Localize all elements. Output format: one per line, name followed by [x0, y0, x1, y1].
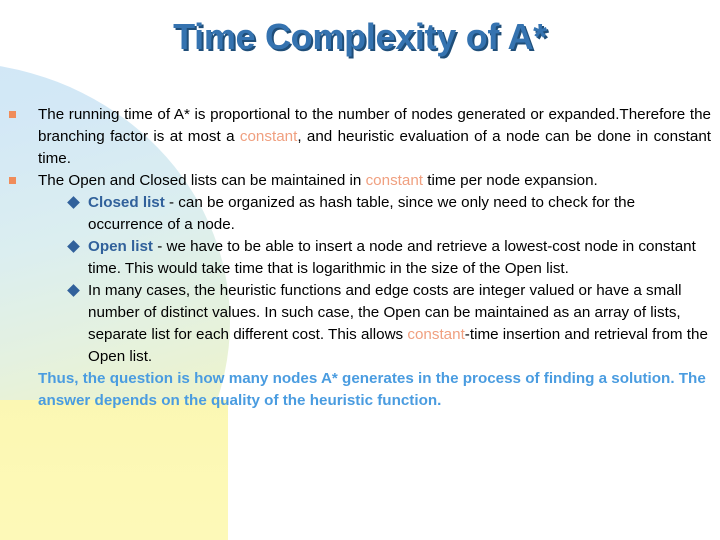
sub-bullet-term: Open list: [88, 238, 153, 255]
slide-body: The running time of A* is proportional t…: [0, 104, 720, 412]
bullet-text-part: The Open and Closed lists can be maintai…: [38, 172, 366, 189]
slide-canvas: Time Complexity of A* The running time o…: [0, 0, 720, 540]
sub-bullet-term: Closed list: [88, 194, 165, 211]
sub-bullet-item: Closed list - can be organized as hash t…: [0, 192, 720, 236]
slide-title: Time Complexity of A*: [173, 16, 547, 57]
square-bullet-icon: [9, 111, 16, 118]
diamond-bullet-icon: [67, 196, 80, 209]
bullet-item: The Open and Closed lists can be maintai…: [0, 170, 720, 192]
bullet-text-part: time per node expansion.: [423, 172, 598, 189]
sub-bullet-text-part: - can be organized as hash table, since …: [88, 194, 636, 233]
bullet-item: The running time of A* is proportional t…: [0, 104, 720, 170]
sub-bullet-text-part: - we have to be able to insert a node an…: [88, 238, 696, 277]
diamond-bullet-icon: [67, 240, 80, 253]
highlighted-term-constant: constant: [407, 326, 465, 343]
highlighted-term-constant: constant: [365, 172, 423, 189]
sub-bullet-item: In many cases, the heuristic functions a…: [0, 280, 720, 368]
diamond-bullet-icon: [67, 284, 80, 297]
highlighted-term-constant: constant: [239, 128, 298, 145]
decorative-ellipse-background-lower: [0, 400, 228, 540]
sub-bullet-item: Open list - we have to be able to insert…: [0, 236, 720, 280]
closing-paragraph: Thus, the question is how many nodes A* …: [38, 370, 706, 409]
square-bullet-icon: [9, 177, 16, 184]
